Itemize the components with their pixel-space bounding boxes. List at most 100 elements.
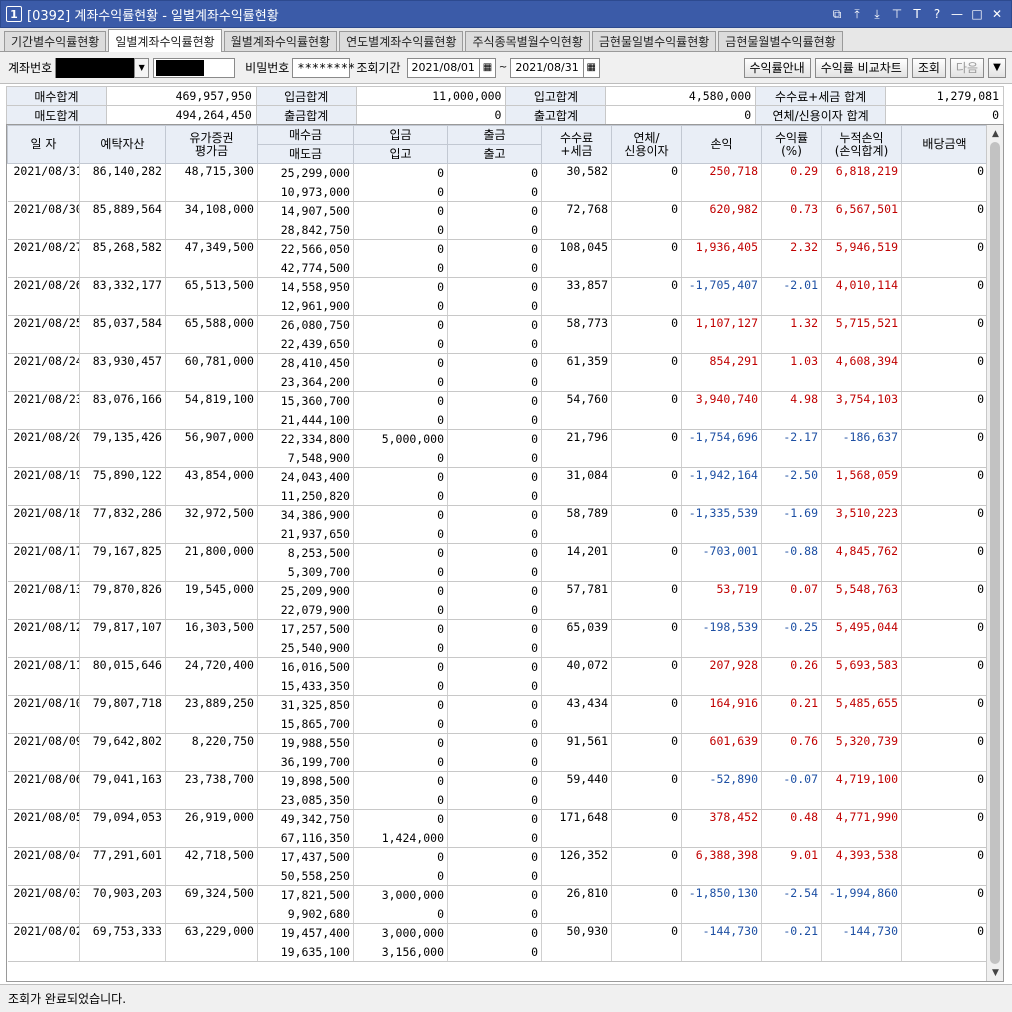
scroll-down-icon[interactable]: ▼	[987, 964, 1003, 981]
cell-securities: 54,819,100	[165, 391, 258, 430]
col-header-out-stock[interactable]: 출고	[447, 144, 542, 164]
vertical-scrollbar[interactable]: ▲ ▼	[986, 125, 1003, 981]
col-header-in-money[interactable]: 입금	[353, 125, 448, 145]
table-row[interactable]: 2021/08/27 85,268,582 47,349,500 22,566,050…	[7, 239, 988, 278]
table-row[interactable]: 2021/08/17 79,167,825 21,800,000 8,253,500 0…	[7, 543, 988, 582]
cell-out-stock: 0	[447, 486, 542, 506]
cell-out-stock: 0	[447, 904, 542, 924]
cell-deposit: 69,753,333	[79, 923, 166, 962]
table-row[interactable]: 2021/08/12 79,817,107 16,303,500 17,257,500…	[7, 619, 988, 658]
cell-rate: 0.76	[761, 733, 822, 772]
cell-securities: 24,720,400	[165, 657, 258, 696]
next-button[interactable]: 다음	[949, 57, 984, 78]
table-row[interactable]: 2021/08/03 70,903,203 69,324,500 17,821,500…	[7, 885, 988, 924]
cell-sell: 36,199,700	[257, 752, 354, 772]
account-select[interactable]: ▼	[55, 57, 150, 78]
col-header-deposit[interactable]: 예탁자산	[79, 125, 166, 164]
cell-in-money: 0	[353, 505, 448, 525]
cell-out-money: 0	[447, 885, 542, 905]
query-toolbar: 계좌번호 ▼ 비밀번호 ******** 조회기간 2021/08/01 ▦ ~…	[0, 52, 1012, 84]
cell-pnl: 601,639	[681, 733, 762, 772]
close-icon[interactable]: ✕	[989, 6, 1005, 22]
col-header-cumulative[interactable]: 누적손익 (손익합계)	[821, 125, 902, 164]
summary-label: 연체/신용이자 합계	[755, 105, 887, 125]
tab-0[interactable]: 기간별수익률현황	[4, 31, 107, 51]
return-guide-button[interactable]: 수익률안내	[743, 57, 811, 78]
col-header-securities[interactable]: 유가증권 평가금	[165, 125, 258, 164]
col-header-interest[interactable]: 연체/신용이자	[611, 125, 682, 164]
col-header-pnl[interactable]: 손익	[681, 125, 762, 164]
table-row[interactable]: 2021/08/19 75,890,122 43,854,000 24,043,400…	[7, 467, 988, 506]
table-row[interactable]: 2021/08/23 83,076,166 54,819,100 15,360,700…	[7, 391, 988, 430]
table-row[interactable]: 2021/08/31 86,140,282 48,715,300 25,299,000…	[7, 163, 988, 202]
tab-1[interactable]: 일별계좌수익률현황	[108, 29, 222, 52]
cell-deposit: 79,167,825	[79, 543, 166, 582]
cell-cumulative: 3,510,223	[821, 505, 902, 544]
cell-rate: -1.69	[761, 505, 822, 544]
cell-fee: 72,768	[541, 201, 612, 240]
tab-5[interactable]: 금현물일별수익률현황	[591, 31, 717, 51]
col-header-buy[interactable]: 매수금	[257, 125, 354, 145]
table-row[interactable]: 2021/08/11 80,015,646 24,720,400 16,016,500…	[7, 657, 988, 696]
cell-in-stock: 1,424,000	[353, 828, 448, 848]
table-row[interactable]: 2021/08/10 79,807,718 23,889,250 31,325,850…	[7, 695, 988, 734]
col-header-rate[interactable]: 수익률 (%)	[761, 125, 822, 164]
col-header-out-money[interactable]: 출금	[447, 125, 542, 145]
table-row[interactable]: 2021/08/09 79,642,802 8,220,750 19,988,550 0…	[7, 733, 988, 772]
cell-in-stock: 0	[353, 258, 448, 278]
expand-down-icon[interactable]: ▼	[988, 57, 1006, 78]
col-header-dividend[interactable]: 배당금액	[901, 125, 988, 164]
table-row[interactable]: 2021/08/02 69,753,333 63,229,000 19,457,400…	[7, 923, 988, 962]
table-row[interactable]: 2021/08/18 77,832,286 32,972,500 34,386,900…	[7, 505, 988, 544]
col-header-sell[interactable]: 매도금	[257, 144, 354, 164]
password-field[interactable]: ********	[292, 57, 355, 78]
help-icon[interactable]: ?	[929, 6, 945, 22]
tab-3[interactable]: 연도별계좌수익률현황	[339, 31, 464, 51]
pin-bottom-icon[interactable]: ⤓	[869, 6, 885, 22]
minimize-icon[interactable]: —	[949, 6, 965, 22]
table-row[interactable]: 2021/08/26 83,332,177 65,513,500 14,558,950…	[7, 277, 988, 316]
col-header-fee[interactable]: 수수료 +세금	[541, 125, 612, 164]
scroll-thumb[interactable]	[990, 142, 1000, 964]
tab-2[interactable]: 월별계좌수익률현황	[223, 31, 338, 51]
table-row[interactable]: 2021/08/30 85,889,564 34,108,000 14,907,500…	[7, 201, 988, 240]
cell-out-stock: 0	[447, 562, 542, 582]
cell-securities: 48,715,300	[165, 163, 258, 202]
summary-row: 매수합계 469,957,950 입금합계 11,000,000 입고합계 4,580,0…	[6, 86, 1004, 106]
table-row[interactable]: 2021/08/20 79,135,426 56,907,000 22,334,800…	[7, 429, 988, 468]
table-row[interactable]: 2021/08/06 79,041,163 23,738,700 19,898,500…	[7, 771, 988, 810]
table-row[interactable]: 2021/08/13 79,870,826 19,545,000 25,209,900…	[7, 581, 988, 620]
tab-4[interactable]: 주식종목별월수익현황	[465, 31, 590, 51]
cell-out-stock: 0	[447, 296, 542, 316]
restore-icon[interactable]: ⧉	[829, 6, 845, 22]
table-row[interactable]: 2021/08/04 77,291,601 42,718,500 17,437,500…	[7, 847, 988, 886]
table-row[interactable]: 2021/08/25 85,037,584 65,588,000 26,080,750…	[7, 315, 988, 354]
daily-returns-grid[interactable]: 일 자 예탁자산 유가증권 평가금 매수금 입금 출금 수수료 +세금 연체/신용이…	[6, 124, 1004, 982]
cell-in-money: 0	[353, 847, 448, 867]
tab-6[interactable]: 금현물월별수익률현황	[718, 31, 843, 51]
table-row[interactable]: 2021/08/05 79,094,053 26,919,000 49,342,750…	[7, 809, 988, 848]
font-icon[interactable]: T	[909, 6, 925, 22]
cell-sell: 7,548,900	[257, 448, 354, 468]
query-button[interactable]: 조회	[911, 57, 946, 78]
link-icon[interactable]: ⊤	[889, 6, 905, 22]
date-from-field[interactable]: 2021/08/01 ▦	[406, 57, 496, 78]
cell-in-stock: 0	[353, 220, 448, 240]
col-header-date[interactable]: 일 자	[7, 125, 80, 164]
compare-chart-button[interactable]: 수익률 비교차트	[814, 57, 908, 78]
summary-table: 매수합계 469,957,950 입금합계 11,000,000 입고합계 4,580,0…	[6, 86, 1004, 125]
pin-top-icon[interactable]: ⤒	[849, 6, 865, 22]
col-header-in-stock[interactable]: 입고	[353, 144, 448, 164]
calendar-icon[interactable]: ▦	[478, 58, 495, 77]
cell-interest: 0	[611, 695, 682, 734]
table-row[interactable]: 2021/08/24 83,930,457 60,781,000 28,410,450…	[7, 353, 988, 392]
calendar-icon[interactable]: ▦	[582, 58, 599, 77]
cell-in-stock: 0	[353, 790, 448, 810]
summary-label: 입금합계	[255, 86, 357, 106]
cell-date: 2021/08/09	[7, 733, 80, 772]
date-to-field[interactable]: 2021/08/31 ▦	[510, 57, 600, 78]
cell-date: 2021/08/18	[7, 505, 80, 544]
scroll-up-icon[interactable]: ▲	[987, 125, 1003, 142]
chevron-down-icon[interactable]: ▼	[134, 58, 149, 77]
maximize-icon[interactable]: □	[969, 6, 985, 22]
